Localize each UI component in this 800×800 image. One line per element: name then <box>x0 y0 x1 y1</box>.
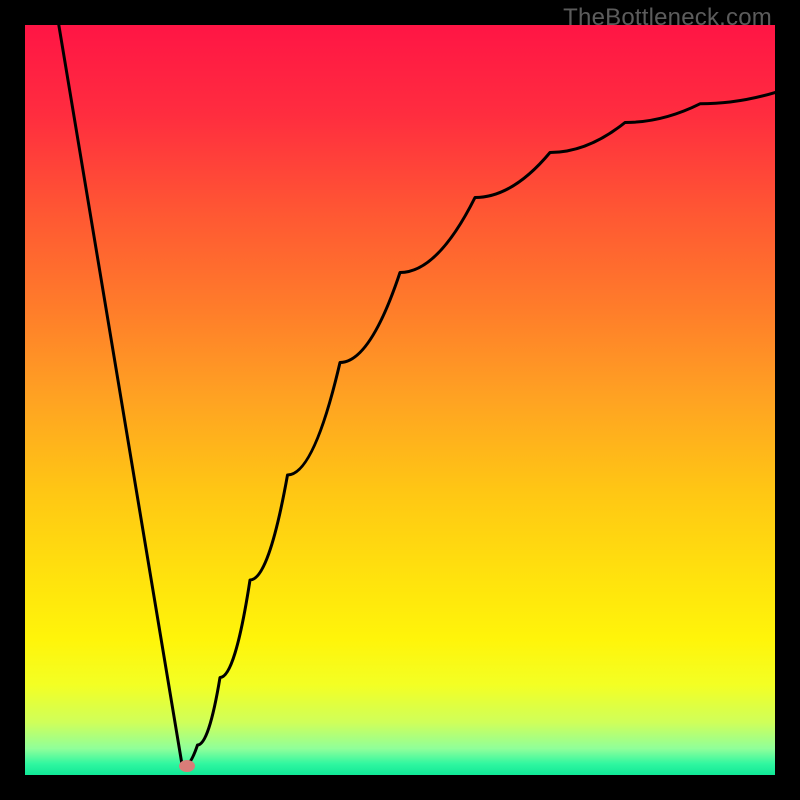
plot-background <box>25 25 775 775</box>
plot-frame <box>25 25 775 775</box>
chart-svg <box>25 25 775 775</box>
optimum-marker <box>179 760 195 772</box>
